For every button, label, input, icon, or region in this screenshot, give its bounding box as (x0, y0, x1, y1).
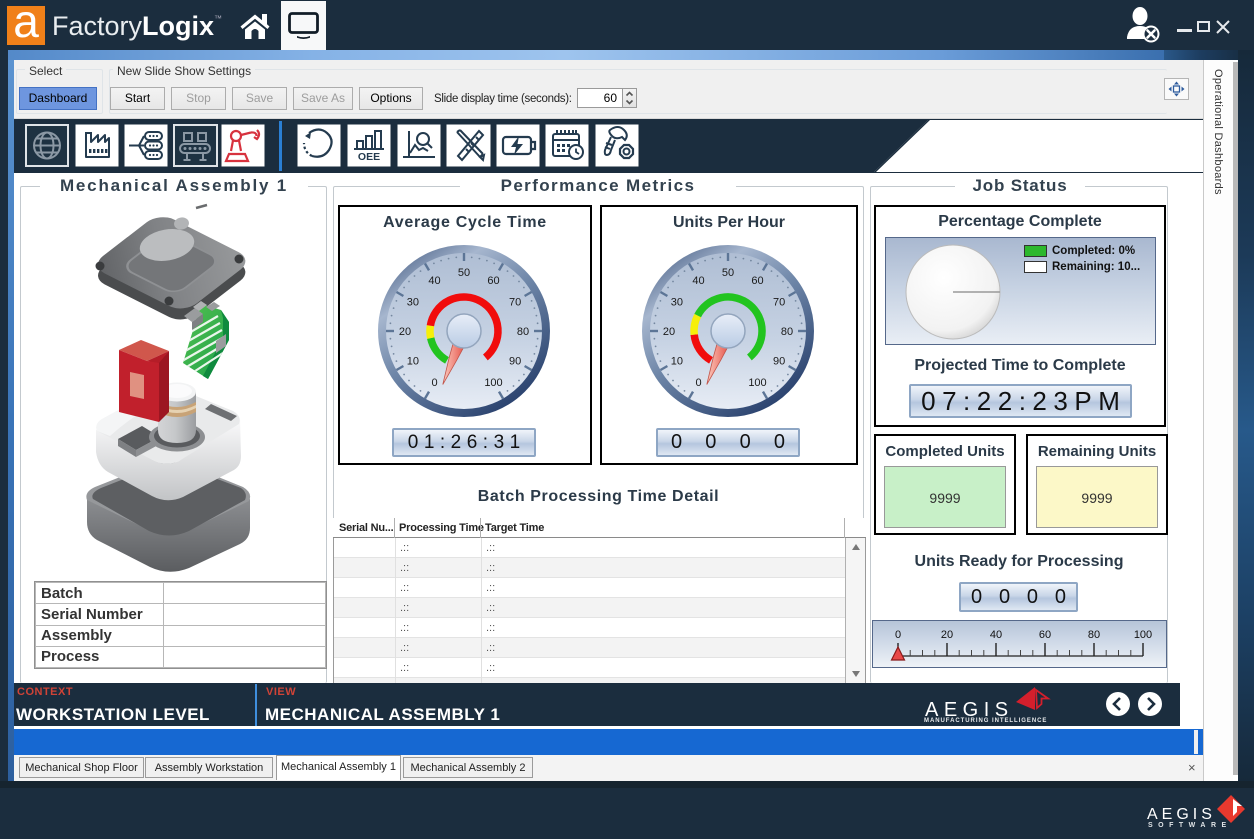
svg-text:30: 30 (407, 297, 419, 309)
svg-text:20: 20 (941, 629, 953, 641)
svg-text:50: 50 (458, 267, 470, 279)
svg-text:0: 0 (895, 629, 901, 641)
svg-text:40: 40 (990, 629, 1002, 641)
svg-text:60: 60 (1039, 629, 1051, 641)
svg-text:60: 60 (487, 275, 499, 287)
svg-text:90: 90 (509, 356, 521, 368)
svg-text:OEE: OEE (358, 151, 380, 163)
svg-text:60: 60 (751, 275, 763, 287)
svg-text:0: 0 (695, 377, 701, 389)
svg-text:80: 80 (517, 326, 529, 338)
svg-text:100: 100 (748, 377, 766, 389)
svg-text:90: 90 (773, 356, 785, 368)
svg-text:10: 10 (671, 356, 683, 368)
svg-text:100: 100 (484, 377, 502, 389)
svg-text:20: 20 (663, 326, 675, 338)
svg-text:80: 80 (1088, 629, 1100, 641)
svg-text:0: 0 (431, 377, 437, 389)
svg-text:80: 80 (781, 326, 793, 338)
svg-text:30: 30 (671, 297, 683, 309)
svg-text:70: 70 (773, 297, 785, 309)
svg-text:10: 10 (407, 356, 419, 368)
svg-text:40: 40 (692, 275, 704, 287)
svg-text:40: 40 (428, 275, 440, 287)
svg-text:50: 50 (722, 267, 734, 279)
svg-text:20: 20 (399, 326, 411, 338)
svg-text:70: 70 (509, 297, 521, 309)
svg-text:100: 100 (1134, 629, 1152, 641)
